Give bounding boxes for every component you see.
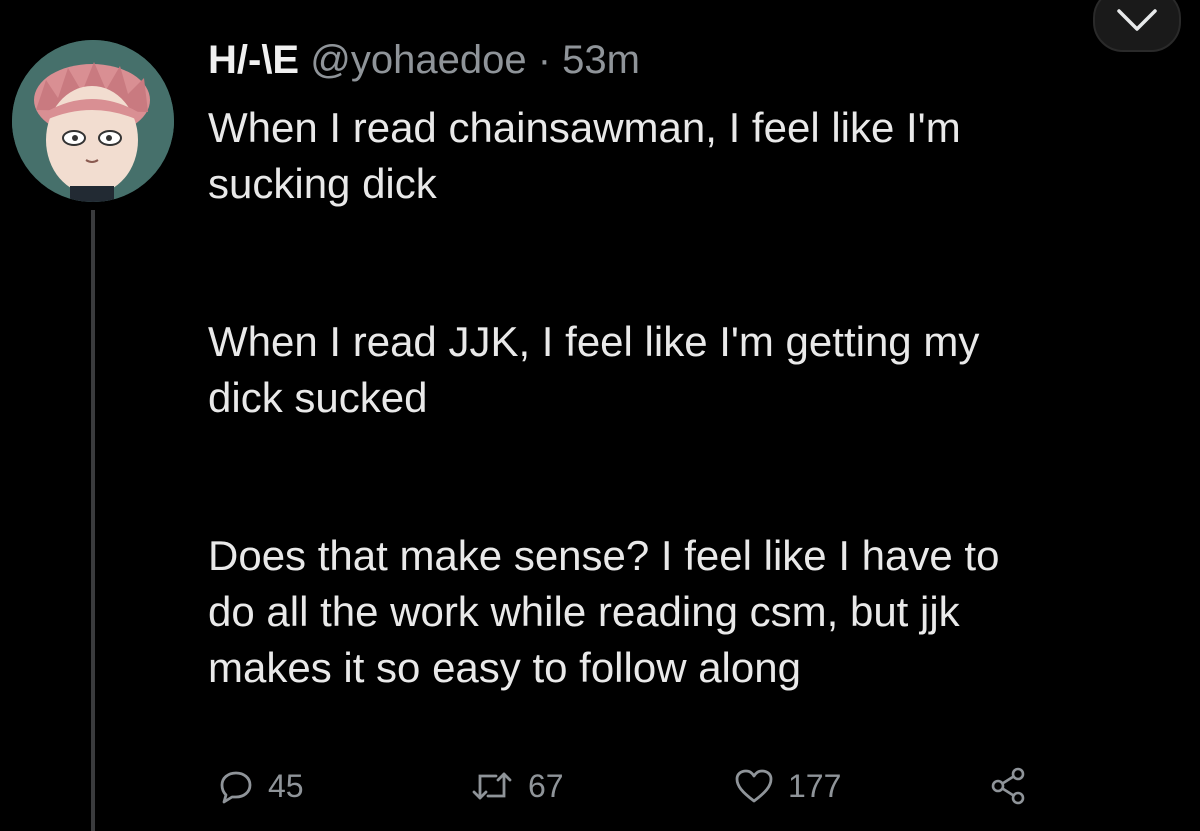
tweet-line: sucking dick [208, 160, 437, 207]
reply-icon [220, 771, 252, 804]
tweet-paragraph: Does that make sense? I feel like I have… [208, 528, 1198, 696]
user-avatar[interactable] [12, 40, 174, 202]
share-button[interactable] [988, 764, 1028, 808]
tweet-line: When I read chainsawman, I feel like I'm [208, 104, 961, 151]
tweet-paragraph: When I read chainsawman, I feel like I'm… [208, 100, 1198, 212]
chevron-down-icon [1117, 9, 1157, 31]
tweet-actions: 45 67 177 [208, 764, 1108, 808]
thread-line [91, 210, 95, 831]
separator-dot: · [537, 38, 552, 82]
heart-icon [735, 769, 773, 803]
tweet-line: do all the work while reading csm, but j… [208, 588, 960, 635]
tweet-paragraph: When I read JJK, I feel like I'm getting… [208, 314, 1198, 426]
display-name[interactable]: H/-\E [208, 38, 299, 82]
tweet-text: When I read chainsawman, I feel like I'm… [208, 100, 1198, 696]
user-handle[interactable]: @yohaedoe [310, 38, 526, 82]
like-count: 177 [788, 767, 842, 804]
reply-button[interactable]: 45 [218, 764, 304, 808]
like-button[interactable]: 177 [734, 764, 841, 808]
timestamp[interactable]: 53m [562, 38, 640, 82]
retweet-button[interactable]: 67 [470, 764, 564, 808]
share-icon [991, 767, 1025, 805]
retweet-icon [472, 772, 512, 800]
tweet-line: makes it so easy to follow along [208, 644, 801, 691]
tweet-line: Does that make sense? I feel like I have… [208, 532, 1000, 579]
anime-avatar-image [12, 40, 174, 202]
tweet-header: H/-\E @yohaedoe · 53m [208, 36, 640, 84]
reply-count: 45 [268, 767, 304, 804]
tweet-menu-button[interactable] [1093, 0, 1181, 52]
tweet-line: dick sucked [208, 374, 428, 421]
tweet-screenshot: H/-\E @yohaedoe · 53m When I read chains… [0, 0, 1200, 831]
tweet-line: When I read JJK, I feel like I'm getting… [208, 318, 980, 365]
retweet-count: 67 [528, 767, 564, 804]
